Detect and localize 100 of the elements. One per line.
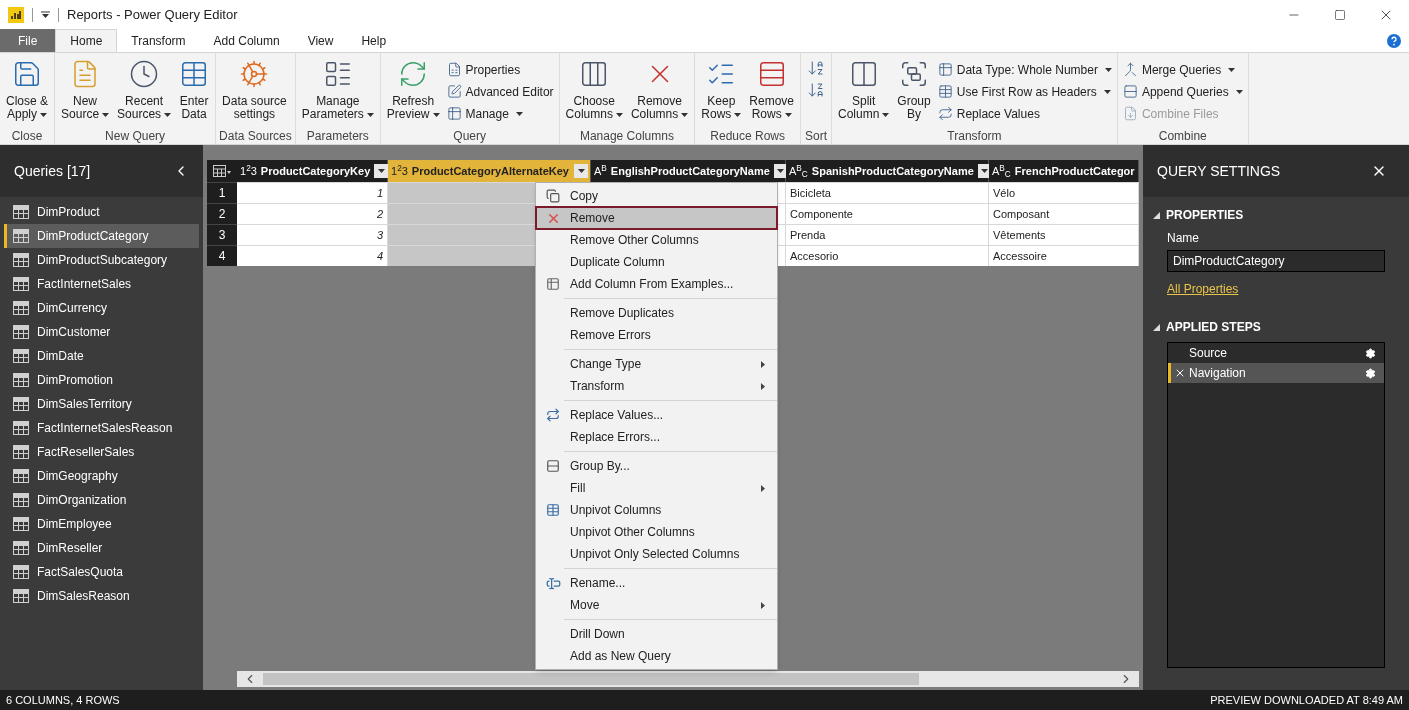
ribbon-tool-icon	[1122, 106, 1138, 121]
query-item[interactable]: DimOrganization	[4, 488, 199, 512]
ribbon-small-button[interactable]: Merge Queries	[1122, 61, 1243, 78]
query-item[interactable]: DimSalesReason	[4, 584, 199, 608]
ribbon-tool-icon	[446, 62, 462, 77]
ribbon-button[interactable]: Remove Rows	[746, 59, 797, 121]
query-item[interactable]: FactInternetSales	[4, 272, 199, 296]
menu-item[interactable]: Group By...	[536, 455, 777, 477]
filter-dropdown-icon[interactable]	[374, 164, 389, 178]
query-item[interactable]: DimProductCategory	[4, 224, 199, 248]
column-header[interactable]: A$^{B}$$_{C}$ SpanishProductCategoryName	[786, 160, 989, 182]
ribbon-small-button[interactable]: Use First Row as Headers	[937, 83, 1112, 100]
ribbon-button[interactable]: Keep Rows	[698, 59, 745, 121]
query-item[interactable]: DimReseller	[4, 536, 199, 560]
ribbon-button[interactable]: Recent Sources	[114, 59, 175, 121]
menu-item[interactable]: Move	[536, 594, 777, 616]
ribbon-small-button[interactable]: Advanced Editor	[446, 83, 554, 100]
ribbon-tab[interactable]: Home	[55, 29, 118, 52]
ribbon-button[interactable]: Manage Parameters	[298, 59, 377, 121]
table-icon	[13, 541, 29, 555]
step-settings-icon[interactable]	[1365, 347, 1376, 359]
menu-item[interactable]: Copy	[536, 185, 777, 207]
menu-item[interactable]: Drill Down	[536, 623, 777, 645]
quick-access-dropdown-icon[interactable]	[41, 11, 50, 19]
table-cell: Bicicleta	[786, 182, 989, 203]
step-settings-icon[interactable]	[1365, 367, 1376, 379]
help-icon[interactable]	[1387, 34, 1401, 48]
panel-title: QUERY SETTINGS	[1157, 161, 1281, 181]
caret-icon	[432, 112, 440, 117]
step-item[interactable]: Source	[1168, 343, 1384, 363]
collapse-triangle-icon[interactable]	[1153, 323, 1160, 331]
query-item[interactable]: FactResellerSales	[4, 440, 199, 464]
ribbon-small-button[interactable]: Properties	[446, 61, 554, 78]
ribbon-button[interactable]: Split Column	[835, 59, 893, 121]
menu-item[interactable]: Rename...	[536, 572, 777, 594]
query-item[interactable]: DimEmployee	[4, 512, 199, 536]
menu-item[interactable]: Replace Values...	[536, 404, 777, 426]
table-cell: Composant	[989, 203, 1139, 224]
maximize-icon	[1334, 9, 1346, 21]
ribbon-small-button[interactable]: Data Type: Whole Number	[937, 61, 1112, 78]
ribbon-small-button[interactable]: Replace Values	[937, 105, 1112, 122]
menu-item[interactable]: Remove Other Columns	[536, 229, 777, 251]
file-tab[interactable]: File	[0, 29, 56, 52]
menu-item[interactable]: Duplicate Column	[536, 251, 777, 273]
all-properties-link[interactable]: All Properties	[1167, 280, 1239, 298]
column-header[interactable]: 1$^{2}$3 ProductCategoryAlternateKey	[388, 160, 591, 182]
horizontal-scrollbar[interactable]	[237, 671, 1139, 687]
name-field[interactable]: DimProductCategory	[1167, 250, 1385, 272]
menu-item[interactable]: Unpivot Only Selected Columns	[536, 543, 777, 565]
ribbon-button[interactable]: Choose Columns	[562, 59, 626, 121]
ribbon-group-label: New Query	[104, 128, 167, 144]
ribbon-small-button[interactable]: Append Queries	[1122, 83, 1243, 100]
query-item[interactable]: DimPromotion	[4, 368, 199, 392]
query-item[interactable]: DimCurrency	[4, 296, 199, 320]
query-item[interactable]: DimDate	[4, 344, 199, 368]
sort-descending-button[interactable]	[807, 81, 825, 99]
ribbon-button[interactable]: Group By	[894, 59, 934, 121]
scrollbar-thumb[interactable]	[263, 673, 919, 685]
collapse-triangle-icon[interactable]	[1153, 211, 1160, 219]
query-item[interactable]: FactInternetSalesReason	[4, 416, 199, 440]
menu-item[interactable]: Remove Duplicates	[536, 302, 777, 324]
filter-dropdown-icon[interactable]	[574, 164, 588, 178]
ribbon-button[interactable]: Data source settings	[219, 59, 290, 121]
ribbon-button[interactable]: Close & Apply	[3, 59, 52, 121]
query-item[interactable]: FactSalesQuota	[4, 560, 199, 584]
ribbon-button[interactable]: New Source	[58, 59, 113, 121]
submenu-arrow-icon	[761, 382, 765, 390]
menu-item[interactable]: Remove Errors	[536, 324, 777, 346]
table-menu-icon[interactable]	[207, 160, 237, 182]
sort-ascending-button[interactable]	[807, 59, 825, 77]
submenu-arrow-icon	[761, 484, 765, 492]
delete-step-icon[interactable]	[1174, 367, 1186, 379]
ribbon-button[interactable]: Refresh Preview	[383, 59, 443, 121]
menu-item[interactable]: Fill	[536, 477, 777, 499]
caret-icon	[615, 112, 623, 117]
query-item[interactable]: DimProductSubcategory	[4, 248, 199, 272]
menu-item[interactable]: Add as New Query	[536, 645, 777, 667]
table-icon	[13, 397, 29, 411]
query-item[interactable]: DimGeography	[4, 464, 199, 488]
column-header[interactable]: A$^{B}$$_{C}$ FrenchProductCategor	[989, 160, 1139, 182]
query-item[interactable]: DimCustomer	[4, 320, 199, 344]
menu-item[interactable]: Add Column From Examples...	[536, 273, 777, 295]
table-icon	[13, 517, 29, 531]
table-icon	[13, 301, 29, 315]
ribbon-button[interactable]: Enter Data	[176, 59, 213, 121]
query-item[interactable]: DimProduct	[4, 200, 199, 224]
query-item[interactable]: DimSalesTerritory	[4, 392, 199, 416]
menu-item[interactable]: Unpivot Other Columns	[536, 521, 777, 543]
column-header[interactable]: 1$^{2}$3 ProductCategoryKey	[237, 160, 388, 182]
menu-item[interactable]: Replace Errors...	[536, 426, 777, 448]
menu-item[interactable]: Unpivot Columns	[536, 499, 777, 521]
column-header[interactable]: A$^{B}$ EnglishProductCategoryName	[591, 160, 786, 182]
menu-item[interactable]: Change Type	[536, 353, 777, 375]
ribbon-small-button[interactable]: Manage	[446, 105, 554, 122]
menu-item[interactable]: Transform	[536, 375, 777, 397]
filter-dropdown-icon[interactable]	[773, 164, 788, 178]
step-item[interactable]: Navigation	[1168, 363, 1384, 383]
ribbon-button[interactable]: Remove Columns	[627, 59, 692, 121]
menu-item[interactable]: Remove	[536, 207, 777, 229]
status-text: PREVIEW DOWNLOADED AT 8:49 AM	[1210, 692, 1403, 708]
